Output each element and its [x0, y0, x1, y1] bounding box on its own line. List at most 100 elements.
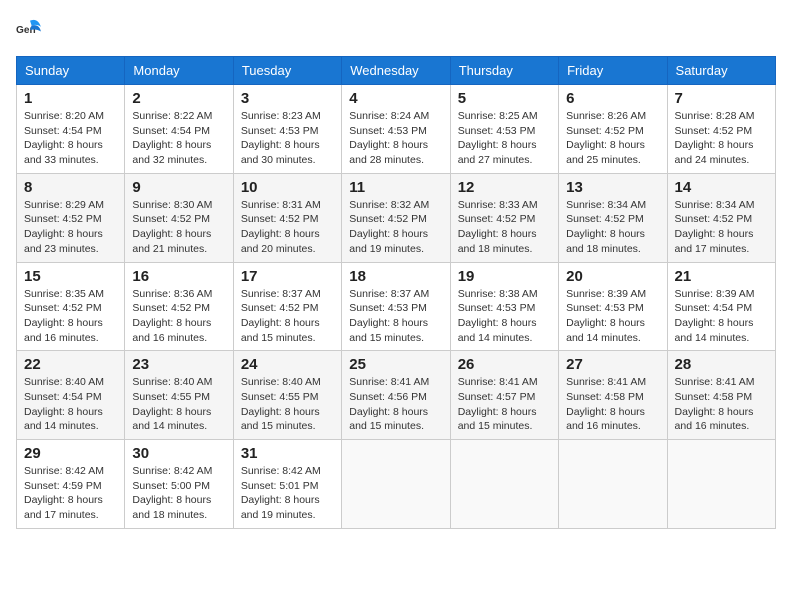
day-detail: Sunrise: 8:42 AM Sunset: 4:59 PM Dayligh… [24, 464, 117, 523]
day-detail: Sunrise: 8:30 AM Sunset: 4:52 PM Dayligh… [132, 198, 225, 257]
day-number: 6 [566, 90, 659, 107]
day-cell: 17 Sunrise: 8:37 AM Sunset: 4:52 PM Dayl… [233, 262, 341, 351]
day-detail: Sunrise: 8:22 AM Sunset: 4:54 PM Dayligh… [132, 109, 225, 168]
col-header-wednesday: Wednesday [342, 57, 450, 85]
week-row-2: 8 Sunrise: 8:29 AM Sunset: 4:52 PM Dayli… [17, 173, 776, 262]
day-number: 3 [241, 90, 334, 107]
day-number: 24 [241, 356, 334, 373]
day-cell: 29 Sunrise: 8:42 AM Sunset: 4:59 PM Dayl… [17, 440, 125, 529]
day-detail: Sunrise: 8:35 AM Sunset: 4:52 PM Dayligh… [24, 287, 117, 346]
col-header-tuesday: Tuesday [233, 57, 341, 85]
day-number: 1 [24, 90, 117, 107]
day-number: 31 [241, 445, 334, 462]
day-detail: Sunrise: 8:38 AM Sunset: 4:53 PM Dayligh… [458, 287, 551, 346]
day-cell: 21 Sunrise: 8:39 AM Sunset: 4:54 PM Dayl… [667, 262, 775, 351]
day-cell: 19 Sunrise: 8:38 AM Sunset: 4:53 PM Dayl… [450, 262, 558, 351]
day-cell: 9 Sunrise: 8:30 AM Sunset: 4:52 PM Dayli… [125, 173, 233, 262]
col-header-saturday: Saturday [667, 57, 775, 85]
day-detail: Sunrise: 8:42 AM Sunset: 5:01 PM Dayligh… [241, 464, 334, 523]
day-number: 4 [349, 90, 442, 107]
day-cell: 18 Sunrise: 8:37 AM Sunset: 4:53 PM Dayl… [342, 262, 450, 351]
day-number: 10 [241, 179, 334, 196]
day-detail: Sunrise: 8:28 AM Sunset: 4:52 PM Dayligh… [675, 109, 768, 168]
day-number: 14 [675, 179, 768, 196]
day-cell: 4 Sunrise: 8:24 AM Sunset: 4:53 PM Dayli… [342, 85, 450, 174]
day-cell: 10 Sunrise: 8:31 AM Sunset: 4:52 PM Dayl… [233, 173, 341, 262]
day-number: 19 [458, 268, 551, 285]
day-detail: Sunrise: 8:40 AM Sunset: 4:55 PM Dayligh… [241, 375, 334, 434]
day-detail: Sunrise: 8:40 AM Sunset: 4:54 PM Dayligh… [24, 375, 117, 434]
day-cell: 27 Sunrise: 8:41 AM Sunset: 4:58 PM Dayl… [559, 351, 667, 440]
day-number: 25 [349, 356, 442, 373]
day-number: 5 [458, 90, 551, 107]
day-detail: Sunrise: 8:32 AM Sunset: 4:52 PM Dayligh… [349, 198, 442, 257]
day-detail: Sunrise: 8:41 AM Sunset: 4:56 PM Dayligh… [349, 375, 442, 434]
week-row-3: 15 Sunrise: 8:35 AM Sunset: 4:52 PM Dayl… [17, 262, 776, 351]
day-number: 7 [675, 90, 768, 107]
col-header-thursday: Thursday [450, 57, 558, 85]
day-number: 27 [566, 356, 659, 373]
day-cell: 23 Sunrise: 8:40 AM Sunset: 4:55 PM Dayl… [125, 351, 233, 440]
day-detail: Sunrise: 8:25 AM Sunset: 4:53 PM Dayligh… [458, 109, 551, 168]
day-number: 30 [132, 445, 225, 462]
day-cell: 20 Sunrise: 8:39 AM Sunset: 4:53 PM Dayl… [559, 262, 667, 351]
day-cell: 25 Sunrise: 8:41 AM Sunset: 4:56 PM Dayl… [342, 351, 450, 440]
col-header-monday: Monday [125, 57, 233, 85]
day-cell: 3 Sunrise: 8:23 AM Sunset: 4:53 PM Dayli… [233, 85, 341, 174]
day-cell: 24 Sunrise: 8:40 AM Sunset: 4:55 PM Dayl… [233, 351, 341, 440]
day-detail: Sunrise: 8:41 AM Sunset: 4:58 PM Dayligh… [566, 375, 659, 434]
day-number: 16 [132, 268, 225, 285]
col-header-sunday: Sunday [17, 57, 125, 85]
day-cell: 28 Sunrise: 8:41 AM Sunset: 4:58 PM Dayl… [667, 351, 775, 440]
day-cell: 2 Sunrise: 8:22 AM Sunset: 4:54 PM Dayli… [125, 85, 233, 174]
day-cell: 7 Sunrise: 8:28 AM Sunset: 4:52 PM Dayli… [667, 85, 775, 174]
day-detail: Sunrise: 8:37 AM Sunset: 4:52 PM Dayligh… [241, 287, 334, 346]
day-detail: Sunrise: 8:29 AM Sunset: 4:52 PM Dayligh… [24, 198, 117, 257]
day-cell: 6 Sunrise: 8:26 AM Sunset: 4:52 PM Dayli… [559, 85, 667, 174]
day-detail: Sunrise: 8:24 AM Sunset: 4:53 PM Dayligh… [349, 109, 442, 168]
day-cell: 5 Sunrise: 8:25 AM Sunset: 4:53 PM Dayli… [450, 85, 558, 174]
week-row-5: 29 Sunrise: 8:42 AM Sunset: 4:59 PM Dayl… [17, 440, 776, 529]
logo: Gen [16, 16, 48, 44]
col-header-friday: Friday [559, 57, 667, 85]
day-cell: 11 Sunrise: 8:32 AM Sunset: 4:52 PM Dayl… [342, 173, 450, 262]
day-number: 20 [566, 268, 659, 285]
day-detail: Sunrise: 8:36 AM Sunset: 4:52 PM Dayligh… [132, 287, 225, 346]
day-number: 13 [566, 179, 659, 196]
week-row-1: 1 Sunrise: 8:20 AM Sunset: 4:54 PM Dayli… [17, 85, 776, 174]
day-cell [667, 440, 775, 529]
day-cell: 1 Sunrise: 8:20 AM Sunset: 4:54 PM Dayli… [17, 85, 125, 174]
day-cell: 15 Sunrise: 8:35 AM Sunset: 4:52 PM Dayl… [17, 262, 125, 351]
day-detail: Sunrise: 8:34 AM Sunset: 4:52 PM Dayligh… [675, 198, 768, 257]
day-cell: 8 Sunrise: 8:29 AM Sunset: 4:52 PM Dayli… [17, 173, 125, 262]
day-number: 18 [349, 268, 442, 285]
day-number: 29 [24, 445, 117, 462]
day-detail: Sunrise: 8:20 AM Sunset: 4:54 PM Dayligh… [24, 109, 117, 168]
day-detail: Sunrise: 8:37 AM Sunset: 4:53 PM Dayligh… [349, 287, 442, 346]
day-cell: 26 Sunrise: 8:41 AM Sunset: 4:57 PM Dayl… [450, 351, 558, 440]
day-number: 17 [241, 268, 334, 285]
day-cell: 22 Sunrise: 8:40 AM Sunset: 4:54 PM Dayl… [17, 351, 125, 440]
day-cell: 12 Sunrise: 8:33 AM Sunset: 4:52 PM Dayl… [450, 173, 558, 262]
day-number: 8 [24, 179, 117, 196]
day-detail: Sunrise: 8:26 AM Sunset: 4:52 PM Dayligh… [566, 109, 659, 168]
day-number: 22 [24, 356, 117, 373]
day-cell: 14 Sunrise: 8:34 AM Sunset: 4:52 PM Dayl… [667, 173, 775, 262]
day-detail: Sunrise: 8:33 AM Sunset: 4:52 PM Dayligh… [458, 198, 551, 257]
day-cell [450, 440, 558, 529]
day-detail: Sunrise: 8:31 AM Sunset: 4:52 PM Dayligh… [241, 198, 334, 257]
day-number: 21 [675, 268, 768, 285]
day-cell: 13 Sunrise: 8:34 AM Sunset: 4:52 PM Dayl… [559, 173, 667, 262]
day-number: 23 [132, 356, 225, 373]
day-number: 2 [132, 90, 225, 107]
day-detail: Sunrise: 8:34 AM Sunset: 4:52 PM Dayligh… [566, 198, 659, 257]
day-detail: Sunrise: 8:41 AM Sunset: 4:57 PM Dayligh… [458, 375, 551, 434]
day-detail: Sunrise: 8:41 AM Sunset: 4:58 PM Dayligh… [675, 375, 768, 434]
day-detail: Sunrise: 8:39 AM Sunset: 4:54 PM Dayligh… [675, 287, 768, 346]
day-cell [559, 440, 667, 529]
day-detail: Sunrise: 8:23 AM Sunset: 4:53 PM Dayligh… [241, 109, 334, 168]
calendar-table: SundayMondayTuesdayWednesdayThursdayFrid… [16, 56, 776, 529]
day-cell: 30 Sunrise: 8:42 AM Sunset: 5:00 PM Dayl… [125, 440, 233, 529]
day-number: 28 [675, 356, 768, 373]
page-header: Gen [16, 16, 776, 44]
